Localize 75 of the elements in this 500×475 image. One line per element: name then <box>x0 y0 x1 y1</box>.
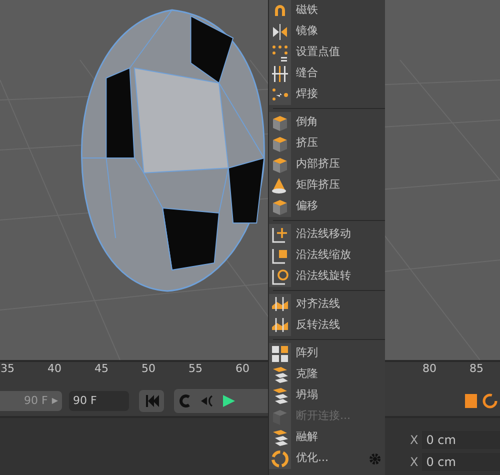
arrow-right-icon: ▶ <box>52 395 58 407</box>
menu-item-label: 镜像 <box>296 23 318 40</box>
menu-item-label: 融解 <box>296 429 318 446</box>
menu-item[interactable]: 偏移 <box>269 196 385 217</box>
frame-number: 85 <box>468 362 484 377</box>
menu-item[interactable]: 镜像 <box>269 21 385 42</box>
clone-icon <box>271 386 289 404</box>
menu-item[interactable]: 融解 <box>269 427 385 448</box>
menu-item-label: 磁铁 <box>296 2 318 18</box>
menu-item[interactable]: 对齐法线 <box>269 294 385 315</box>
cube-icon <box>271 198 289 216</box>
skip-back-icon <box>144 395 158 407</box>
menu-item[interactable]: 焊接 <box>269 84 385 105</box>
coordinate-field[interactable]: 0 cm <box>422 431 500 449</box>
menu-item-label: 沿法线移动 <box>296 226 351 242</box>
max-frame-field[interactable]: 90 F <box>69 391 129 411</box>
menu-item-label: 挤压 <box>296 135 318 152</box>
menu-item[interactable]: 阵列 <box>269 343 385 364</box>
menu-item[interactable]: 磁铁 <box>269 0 385 21</box>
menu-item[interactable]: 反转法线 <box>269 315 385 336</box>
menu-item[interactable]: 矩阵挤压 <box>269 175 385 196</box>
menu-item-label: 优化... <box>296 450 328 466</box>
frame-number: 80 <box>422 362 438 377</box>
menu-item[interactable]: 倒角 <box>269 112 385 133</box>
menu-item[interactable]: 缝合 <box>269 63 385 84</box>
menu-item-label: 沿法线缩放 <box>296 247 351 264</box>
menu-item[interactable]: 沿法线移动 <box>269 224 385 245</box>
menu-item-label: 焊接 <box>296 86 318 102</box>
menu-item-label: 沿法线旋转 <box>296 268 351 284</box>
go-to-start-button[interactable] <box>139 390 164 412</box>
menu-item-label: 反转法线 <box>296 317 340 334</box>
play-icon[interactable] <box>222 394 236 408</box>
frame-number: 55 <box>188 362 204 377</box>
frame-number: 35 <box>0 362 16 377</box>
frame-number: 50 <box>140 362 156 377</box>
menu-item-label: 矩阵挤压 <box>296 177 340 194</box>
settings-icon[interactable] <box>369 452 381 464</box>
step-back-icon[interactable] <box>200 395 214 407</box>
frame-number: 60 <box>234 362 250 377</box>
clone-icon <box>271 428 289 446</box>
frame-number: 40 <box>46 362 62 377</box>
menu-item[interactable]: 沿法线缩放 <box>269 245 385 266</box>
normal-move-icon <box>271 226 289 244</box>
menu-item[interactable]: 沿法线旋转 <box>269 266 385 287</box>
menu-item[interactable]: 克隆 <box>269 364 385 385</box>
axis-label: X <box>410 432 418 449</box>
menu-item-label: 克隆 <box>296 366 318 382</box>
menu-item-label: 坍塌 <box>296 387 318 404</box>
menu-item-label: 设置点值 <box>296 44 340 60</box>
axis-label: X <box>410 454 418 471</box>
menu-item[interactable]: 内部挤压 <box>269 154 385 175</box>
menu-item-label: 阵列 <box>296 345 318 362</box>
cube-icon <box>271 156 289 174</box>
array-icon <box>271 344 289 362</box>
menu-item[interactable]: 优化... <box>269 448 385 469</box>
clone-icon <box>271 366 289 384</box>
menu-item-label: 偏移 <box>296 198 318 214</box>
menu-item[interactable]: 挤压 <box>269 133 385 154</box>
menu-item-label: 倒角 <box>296 114 318 130</box>
cube-icon <box>271 408 289 426</box>
frame-number: 45 <box>94 362 110 377</box>
dots-icon <box>271 44 289 62</box>
menu-item-label: 对齐法线 <box>296 296 340 312</box>
coordinate-field[interactable]: 0 cm <box>422 453 500 471</box>
normal-scale-icon <box>271 246 289 264</box>
cone-icon <box>271 176 289 194</box>
menu-item-label: 内部挤压 <box>296 156 340 172</box>
cube-icon <box>271 114 289 132</box>
normal-rotate-icon <box>271 268 289 286</box>
mirror-icon <box>271 22 289 40</box>
loop-icon[interactable] <box>178 394 192 408</box>
cube-icon <box>271 134 289 152</box>
menu-item[interactable]: 坍塌 <box>269 385 385 406</box>
menu-item-label: 缝合 <box>296 65 318 82</box>
menu-item[interactable]: 设置点值 <box>269 42 385 63</box>
